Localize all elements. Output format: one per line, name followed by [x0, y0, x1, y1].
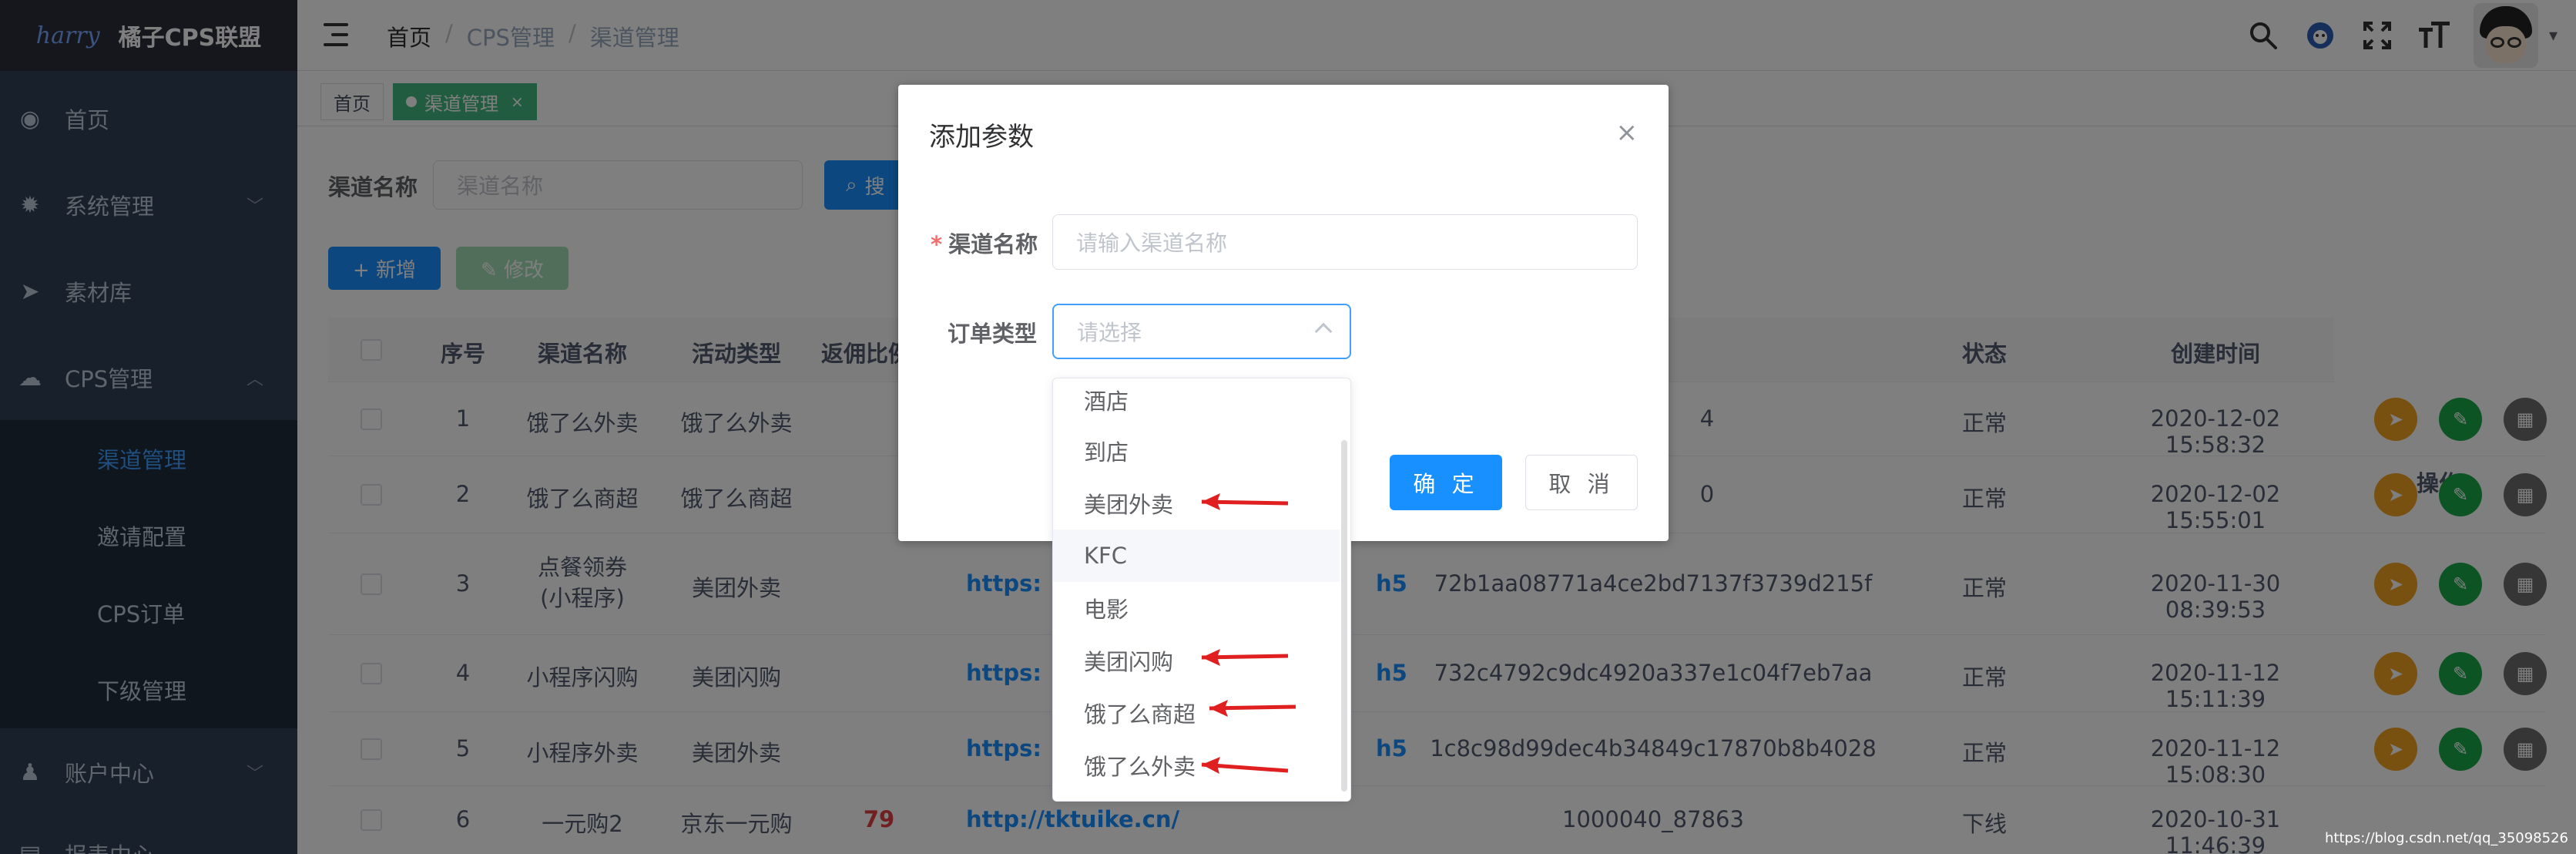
close-icon[interactable]: ×	[1616, 117, 1639, 148]
option-in-store[interactable]: 到店	[1053, 425, 1340, 477]
option-hotel[interactable]: 酒店	[1053, 378, 1340, 426]
arrow-annotation	[1201, 493, 1289, 510]
option-movie[interactable]: 电影	[1053, 582, 1340, 634]
dialog-title: 添加参数	[929, 122, 1034, 153]
option-meituan-takeout[interactable]: 美团外卖	[1053, 477, 1340, 530]
watermark: https://blog.csdn.net/qq_35098526	[2324, 830, 2568, 846]
channel-name-label: * 渠道名称	[931, 231, 1038, 257]
order-type-label: 订单类型	[948, 321, 1038, 347]
order-type-select[interactable]: 请选择	[1052, 304, 1351, 359]
option-meituan-flash[interactable]: 美团闪购	[1053, 634, 1340, 687]
confirm-button[interactable]: 确 定	[1390, 455, 1502, 510]
dropdown-scrollbar[interactable]	[1341, 440, 1347, 792]
chevron-up-icon	[1314, 322, 1333, 341]
channel-name-input[interactable]: 请输入渠道名称	[1052, 214, 1638, 270]
cancel-button[interactable]: 取 消	[1525, 455, 1638, 510]
option-kfc[interactable]: KFC	[1053, 530, 1340, 582]
option-eleme-takeout[interactable]: 饿了么外卖	[1053, 739, 1340, 792]
order-type-dropdown: 酒店 到店 美团外卖 KFC 电影 美团闪购 饿了么商超 饿了么外卖	[1052, 378, 1351, 802]
arrow-annotation	[1209, 700, 1296, 717]
arrow-annotation	[1201, 649, 1289, 666]
arrow-annotation	[1201, 757, 1289, 774]
